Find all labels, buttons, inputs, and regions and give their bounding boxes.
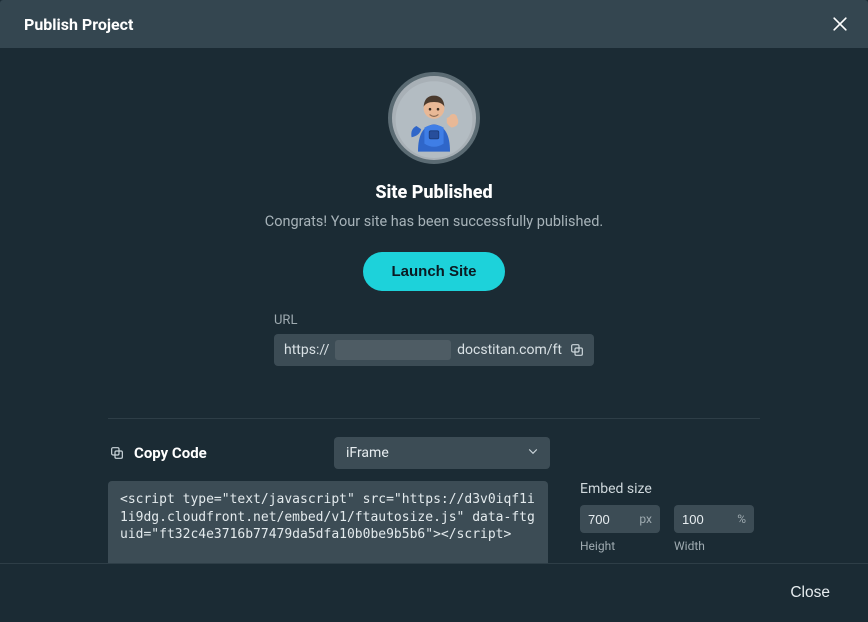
copy-code-icon[interactable] xyxy=(108,444,126,462)
url-subdomain-mask xyxy=(335,340,451,360)
dialog-title: Publish Project xyxy=(24,15,133,34)
embed-height-input[interactable] xyxy=(588,512,635,527)
hero-heading: Site Published xyxy=(375,182,492,203)
embed-size-label: Embed size xyxy=(580,481,760,497)
url-row: https:// docstitan.com/ft xyxy=(274,334,594,366)
hero-section: Site Published Congrats! Your site has b… xyxy=(20,72,848,291)
embed-height-sublabel: Height xyxy=(580,539,660,553)
url-suffix: docstitan.com/ft xyxy=(457,342,562,358)
copy-code-header: Copy Code iFrame xyxy=(108,437,760,469)
embed-height-unit: px xyxy=(639,512,652,526)
embed-width-unit: % xyxy=(737,512,746,526)
embed-width-sublabel: Width xyxy=(674,539,754,553)
hero-mascot-icon xyxy=(394,78,474,158)
url-section: URL https:// docstitan.com/ft xyxy=(274,313,594,366)
url-label: URL xyxy=(274,313,594,328)
hero-subtext: Congrats! Your site has been successfull… xyxy=(265,213,603,230)
launch-site-button[interactable]: Launch Site xyxy=(363,252,504,291)
close-button[interactable]: Close xyxy=(784,580,836,606)
copy-code-label: Copy Code xyxy=(134,444,207,462)
dialog-titlebar: Publish Project xyxy=(0,0,868,48)
url-prefix: https:// xyxy=(284,342,329,358)
copy-url-icon[interactable] xyxy=(568,341,586,359)
dialog-content: Site Published Congrats! Your site has b… xyxy=(0,48,868,563)
embed-width-input[interactable] xyxy=(682,512,733,527)
embed-height-field[interactable]: px xyxy=(580,505,660,533)
embed-code-box[interactable]: <script type="text/javascript" src="http… xyxy=(108,481,548,563)
embed-type-selected[interactable]: iFrame xyxy=(334,437,550,469)
copy-code-section: Copy Code iFrame <script type="text/java… xyxy=(20,437,848,563)
close-icon[interactable] xyxy=(830,14,850,34)
dialog-footer: Close xyxy=(0,563,868,622)
avatar xyxy=(388,72,480,164)
embed-options: Embed size px % Height Width xyxy=(580,481,760,563)
divider xyxy=(108,418,760,419)
copy-code-body: <script type="text/javascript" src="http… xyxy=(108,481,760,563)
embed-width-field[interactable]: % xyxy=(674,505,754,533)
embed-type-select[interactable]: iFrame xyxy=(334,437,550,469)
